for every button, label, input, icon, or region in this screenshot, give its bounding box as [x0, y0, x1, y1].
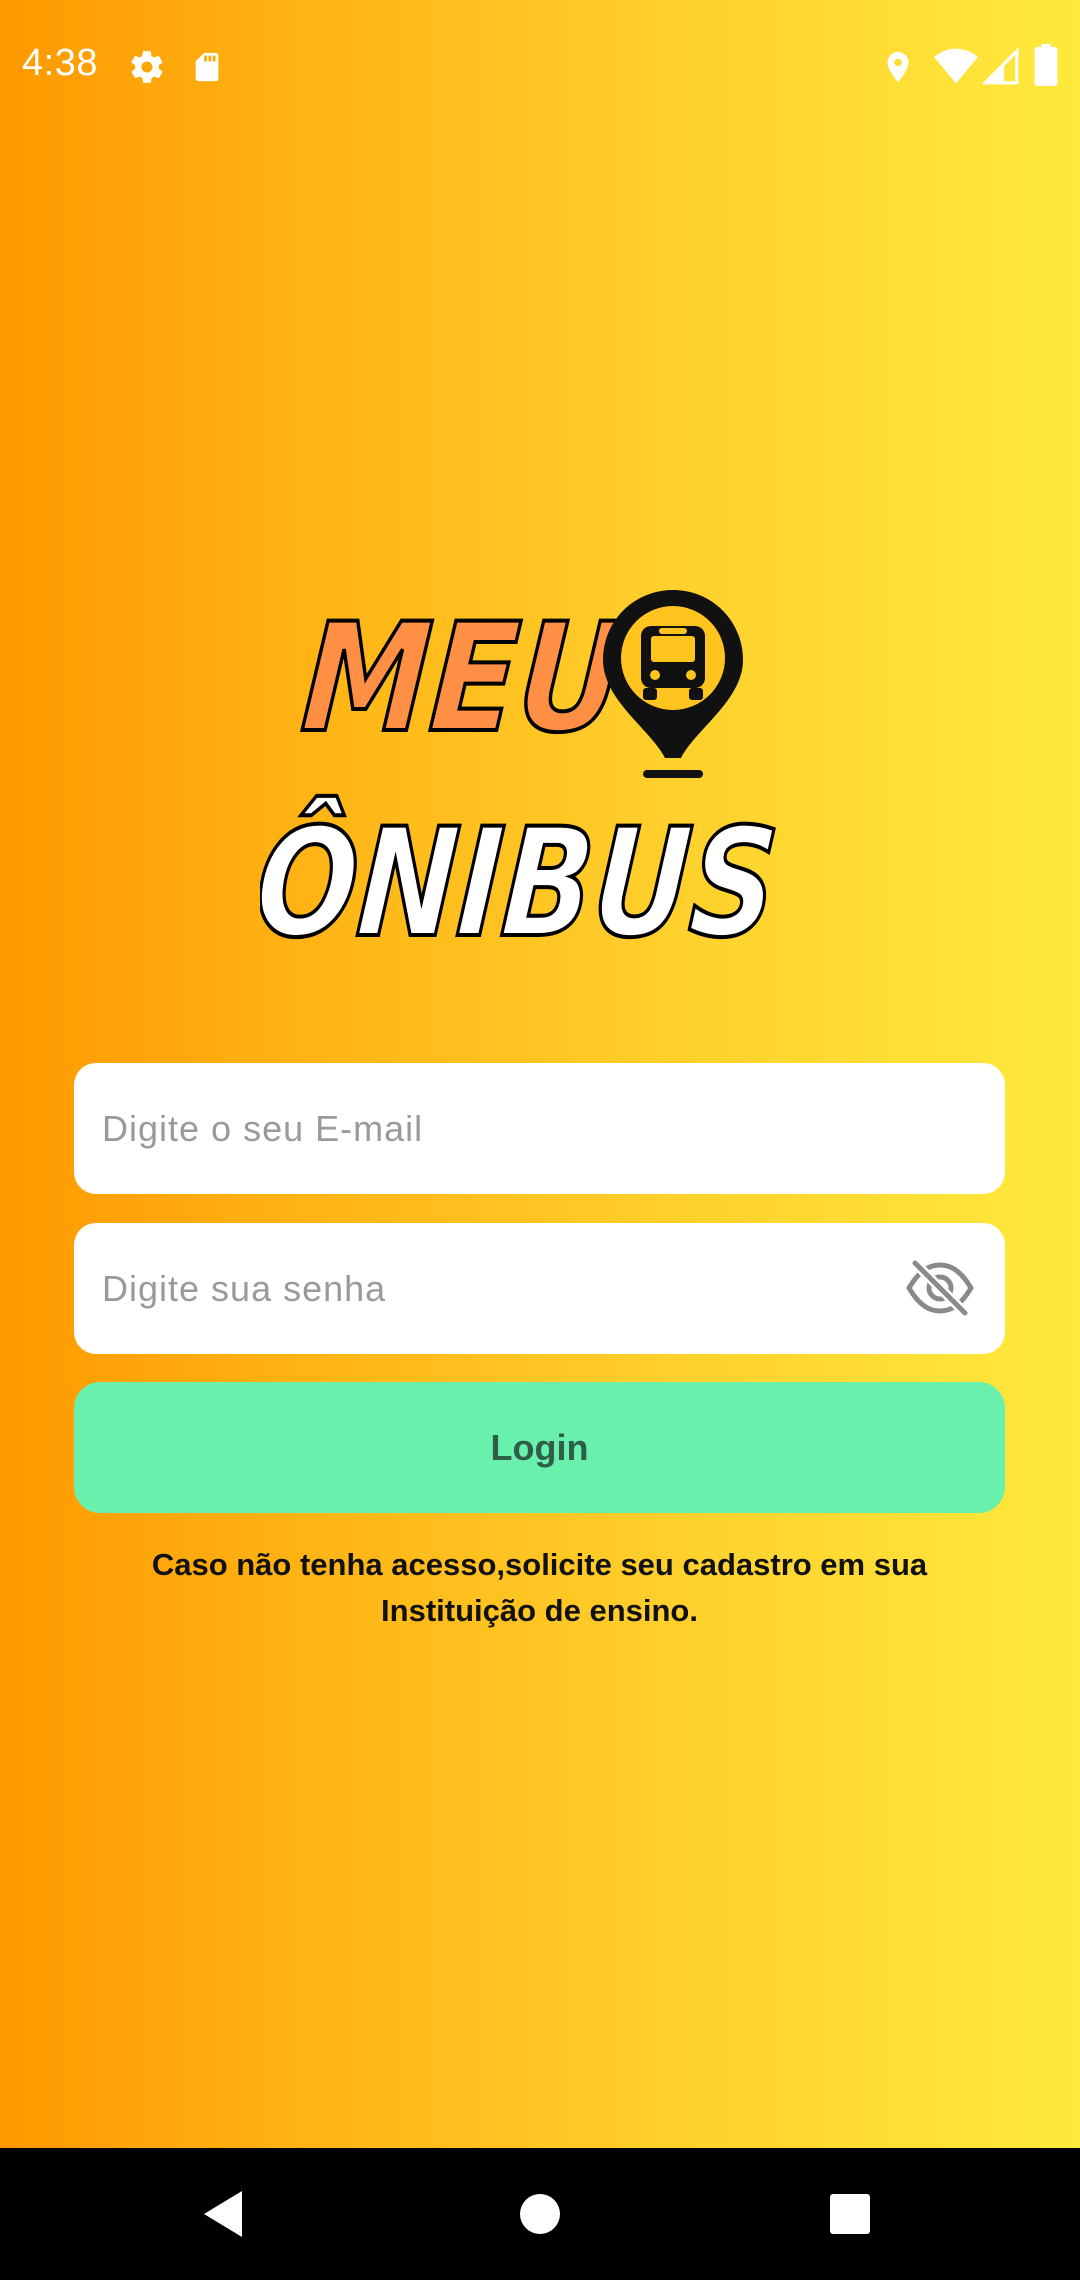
- home-icon: [520, 2194, 560, 2234]
- cell-signal-icon: [982, 48, 1019, 85]
- gear-icon: [131, 51, 163, 83]
- wifi-icon: [934, 48, 978, 84]
- sd-card-icon: [195, 52, 219, 82]
- logo-text-meu: MEU: [297, 592, 629, 766]
- logo-text-onibus: ÔNIBUS: [260, 795, 783, 950]
- back-button[interactable]: [124, 2148, 324, 2280]
- recents-icon: [830, 2194, 870, 2234]
- home-button[interactable]: [440, 2148, 640, 2280]
- location-icon: [887, 52, 909, 82]
- access-notice: Caso não tenha acesso,solicite seu cadas…: [151, 1547, 928, 1628]
- bus-pin-icon: [603, 590, 743, 778]
- app-logo: MEU ÔNIBUS: [260, 590, 785, 950]
- status-time: 4:38: [22, 42, 98, 84]
- status-bar: 4:38: [0, 0, 1080, 134]
- battery-icon: [1034, 44, 1058, 86]
- email-input[interactable]: [102, 1063, 922, 1194]
- eye-off-icon[interactable]: [905, 1255, 975, 1321]
- password-field[interactable]: [74, 1223, 1005, 1354]
- recents-button[interactable]: [750, 2148, 950, 2280]
- navigation-bar: [0, 2148, 1080, 2280]
- back-icon: [204, 2191, 242, 2237]
- email-field[interactable]: [74, 1063, 1005, 1194]
- password-input[interactable]: [102, 1223, 922, 1354]
- login-button[interactable]: Login: [74, 1382, 1005, 1513]
- login-screen: 4:38 MEU ÔNIBUS Digite o seu E-mail Logi…: [0, 0, 1080, 2280]
